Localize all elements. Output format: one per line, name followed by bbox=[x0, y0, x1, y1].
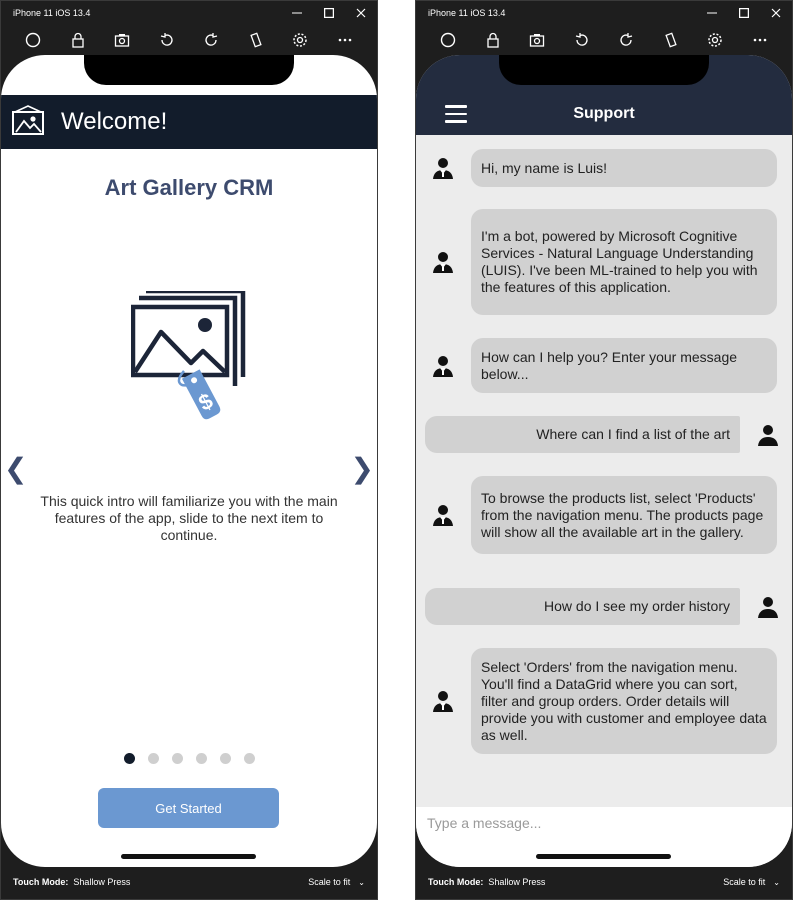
header-title: Welcome! bbox=[61, 108, 168, 135]
page-dot[interactable] bbox=[243, 753, 255, 764]
gallery-logo-icon bbox=[11, 104, 45, 141]
more-icon[interactable] bbox=[749, 29, 771, 51]
chevron-down-icon[interactable]: ⌄ bbox=[773, 878, 780, 887]
bot-message: How can I help you? Enter your message b… bbox=[431, 338, 777, 393]
page-dot[interactable] bbox=[219, 753, 231, 764]
touch-mode-value[interactable]: Shallow Press bbox=[73, 877, 130, 887]
intro-description: This quick intro will familiarize you wi… bbox=[40, 493, 338, 543]
message-text: Hi, my name is Luis! bbox=[481, 159, 608, 176]
page-indicator bbox=[1, 753, 377, 764]
rotate-left-icon[interactable] bbox=[571, 29, 593, 51]
simulator-toolbar bbox=[416, 25, 792, 55]
maximize-button[interactable] bbox=[728, 1, 760, 25]
bot-avatar-icon bbox=[431, 156, 455, 180]
phone-screen: Welcome! Art Gallery CRM $ ❮ ❯ This quic… bbox=[1, 55, 377, 867]
app-title: Art Gallery CRM bbox=[104, 175, 274, 200]
rotate-right-icon[interactable] bbox=[200, 29, 222, 51]
message-text: To browse the products list, select 'Pro… bbox=[481, 489, 764, 540]
message-bubble: I'm a bot, powered by Microsoft Cognitiv… bbox=[471, 209, 777, 315]
home-icon[interactable] bbox=[437, 29, 459, 51]
screenshot-icon[interactable] bbox=[111, 29, 133, 51]
home-indicator[interactable] bbox=[536, 854, 671, 859]
maximize-button[interactable] bbox=[313, 1, 345, 25]
message-text: How do I see my order history bbox=[544, 598, 730, 614]
message-bubble: Select 'Orders' from the navigation menu… bbox=[471, 648, 777, 754]
bot-message: Select 'Orders' from the navigation menu… bbox=[431, 648, 777, 754]
simulator-titlebar: iPhone 11 iOS 13.4 bbox=[1, 1, 377, 25]
screenshot-icon[interactable] bbox=[526, 29, 548, 51]
page-dot[interactable] bbox=[195, 753, 207, 764]
message-bubble: To browse the products list, select 'Pro… bbox=[471, 476, 777, 554]
scale-dropdown[interactable]: Scale to fit bbox=[308, 877, 350, 887]
message-text: How can I help you? Enter your message b… bbox=[481, 348, 738, 382]
simulator-window-right: iPhone 11 iOS 13.4 Support Hi, my name i… bbox=[415, 0, 793, 900]
page-dot[interactable] bbox=[147, 753, 159, 764]
next-slide-arrow[interactable]: ❯ bbox=[351, 452, 374, 485]
message-text: Select 'Orders' from the navigation menu… bbox=[481, 658, 767, 743]
simulator-window-left: iPhone 11 iOS 13.4 Welcome! Art Gallery … bbox=[0, 0, 378, 900]
page-dot[interactable] bbox=[123, 753, 135, 764]
page-dot[interactable] bbox=[171, 753, 183, 764]
user-message: How do I see my order history bbox=[425, 588, 780, 625]
rotate-right-icon[interactable] bbox=[615, 29, 637, 51]
bot-avatar-icon bbox=[431, 689, 455, 713]
device-notch bbox=[84, 55, 294, 85]
device-notch bbox=[499, 55, 709, 85]
more-icon[interactable] bbox=[334, 29, 356, 51]
simulator-statusbar: Touch Mode: Shallow Press Scale to fit ⌄ bbox=[1, 865, 377, 899]
get-started-button[interactable]: Get Started bbox=[98, 788, 279, 828]
scale-dropdown[interactable]: Scale to fit bbox=[723, 877, 765, 887]
shake-icon[interactable] bbox=[245, 29, 267, 51]
touch-mode-value[interactable]: Shallow Press bbox=[488, 877, 545, 887]
bot-avatar-icon bbox=[431, 354, 455, 378]
message-input[interactable] bbox=[427, 813, 767, 833]
bot-message: Hi, my name is Luis! bbox=[431, 149, 777, 187]
touch-mode-label: Touch Mode: bbox=[13, 877, 69, 887]
settings-icon[interactable] bbox=[289, 29, 311, 51]
user-avatar-icon bbox=[756, 423, 780, 447]
bot-avatar-icon bbox=[431, 250, 455, 274]
close-button[interactable] bbox=[760, 1, 792, 25]
home-icon[interactable] bbox=[22, 29, 44, 51]
bot-message: I'm a bot, powered by Microsoft Cognitiv… bbox=[431, 209, 777, 315]
settings-icon[interactable] bbox=[704, 29, 726, 51]
art-gallery-price-tag-icon: $ bbox=[130, 288, 249, 432]
phone-screen: Support Hi, my name is Luis! I'm a bot, p… bbox=[416, 55, 792, 867]
message-bubble: Where can I find a list of the art bbox=[425, 416, 740, 453]
message-text: Where can I find a list of the art bbox=[536, 426, 730, 442]
window-title: iPhone 11 iOS 13.4 bbox=[13, 8, 91, 18]
message-bubble: Hi, my name is Luis! bbox=[471, 149, 777, 187]
message-text: I'm a bot, powered by Microsoft Cognitiv… bbox=[481, 228, 758, 295]
chevron-down-icon[interactable]: ⌄ bbox=[358, 878, 365, 887]
minimize-button[interactable] bbox=[696, 1, 728, 25]
lock-icon[interactable] bbox=[482, 29, 504, 51]
previous-slide-arrow[interactable]: ❮ bbox=[4, 452, 27, 485]
home-indicator[interactable] bbox=[121, 854, 256, 859]
simulator-titlebar: iPhone 11 iOS 13.4 bbox=[416, 1, 792, 25]
welcome-header: Welcome! bbox=[1, 95, 377, 149]
minimize-button[interactable] bbox=[281, 1, 313, 25]
simulator-statusbar: Touch Mode: Shallow Press Scale to fit ⌄ bbox=[416, 865, 792, 899]
simulator-toolbar bbox=[1, 25, 377, 55]
close-button[interactable] bbox=[345, 1, 377, 25]
rotate-left-icon[interactable] bbox=[156, 29, 178, 51]
lock-icon[interactable] bbox=[67, 29, 89, 51]
bot-avatar-icon bbox=[431, 503, 455, 527]
window-title: iPhone 11 iOS 13.4 bbox=[428, 8, 506, 18]
user-avatar-icon bbox=[756, 595, 780, 619]
message-bubble: How can I help you? Enter your message b… bbox=[471, 338, 777, 393]
touch-mode-label: Touch Mode: bbox=[428, 877, 484, 887]
device-frame: Support Hi, my name is Luis! I'm a bot, p… bbox=[416, 55, 792, 867]
shake-icon[interactable] bbox=[660, 29, 682, 51]
bot-message: To browse the products list, select 'Pro… bbox=[431, 476, 777, 554]
device-frame: Welcome! Art Gallery CRM $ ❮ ❯ This quic… bbox=[1, 55, 377, 867]
header-title: Support bbox=[573, 105, 635, 122]
message-bubble: How do I see my order history bbox=[425, 588, 740, 625]
user-message: Where can I find a list of the art bbox=[425, 416, 780, 453]
